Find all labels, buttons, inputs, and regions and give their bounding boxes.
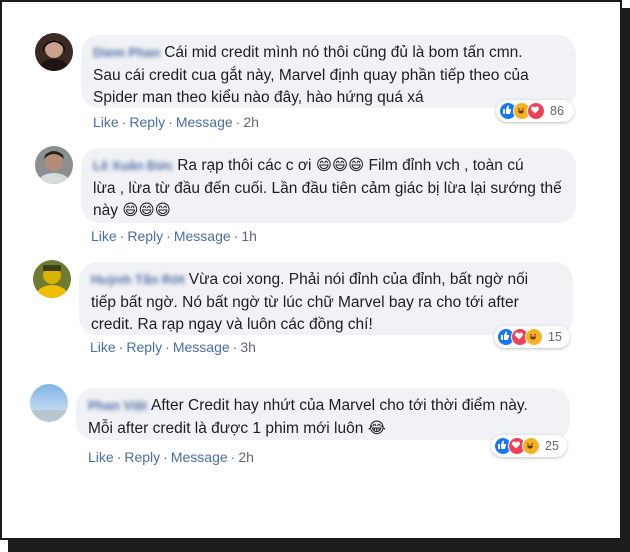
reply-link[interactable]: Reply	[127, 228, 163, 244]
comment-text-line: Ra rạp thôi các c ơi 😄😄😄 Film đỉnh vch ,…	[177, 157, 524, 174]
like-link[interactable]: Like	[88, 449, 114, 465]
like-link[interactable]: Like	[90, 339, 116, 355]
comment-text-line: lừa , lừa từ đầu đến cuối. Lần đầu tiên …	[93, 179, 562, 197]
separator: ·	[116, 449, 122, 465]
comment-actions: Like · Reply · Message · 1h	[91, 228, 257, 244]
separator: ·	[119, 228, 125, 244]
separator: ·	[230, 449, 236, 465]
frame-shadow-bottom	[8, 540, 630, 552]
frame-shadow-right	[622, 8, 630, 552]
reaction-count: 25	[545, 439, 559, 453]
separator: ·	[232, 339, 238, 355]
comment-actions: Like · Reply · Message · 2h	[93, 114, 259, 130]
timestamp[interactable]: 3h	[240, 339, 256, 355]
message-link[interactable]: Message	[176, 114, 233, 130]
avatar[interactable]	[30, 384, 68, 422]
comment-text-line: After Credit hay nhứt của Marvel cho tới…	[151, 397, 528, 414]
reactions-summary[interactable]: 25	[491, 435, 567, 457]
like-link[interactable]: Like	[91, 228, 117, 244]
comment-bubble: Phan Việt After Credit hay nhứt của Marve…	[76, 388, 570, 440]
avatar[interactable]	[35, 146, 73, 184]
comment-bubble: Diem Phan Cái mid credit mình nó thôi cũn…	[81, 35, 576, 108]
comment-text-line: Spider man theo kiểu nào đây, hào hứng q…	[93, 89, 424, 106]
reactions-summary[interactable]: 15	[494, 326, 570, 348]
comment-actions: Like · Reply · Message · 2h	[88, 449, 254, 465]
message-link[interactable]: Message	[173, 339, 230, 355]
comment-bubble: Huỳnh Tấn Rớt Vừa coi xong. Phải nói đỉnh…	[79, 262, 573, 335]
separator: ·	[233, 228, 239, 244]
separator: ·	[166, 228, 171, 244]
avatar[interactable]	[33, 260, 71, 298]
like-link[interactable]: Like	[93, 114, 119, 130]
comment-author[interactable]: Huỳnh Tấn Rớt	[91, 269, 185, 292]
comment-text-line: Vừa coi xong. Phải nói đỉnh của đỉnh, bấ…	[188, 271, 529, 288]
avatar[interactable]	[35, 33, 73, 71]
separator: ·	[121, 114, 127, 130]
reactions-summary[interactable]: 86	[496, 100, 574, 122]
comment-text-line: credit. Ra rạp ngay và luôn các đồng chí…	[91, 316, 373, 333]
reaction-count: 15	[548, 330, 562, 344]
timestamp[interactable]: 2h	[238, 449, 254, 465]
comment-text-line: Cái mid credit mình nó thôi cũng đủ là b…	[164, 44, 523, 61]
comment-bubble: Lê Xuân Đức Ra rạp thôi các c ơi 😄😄😄 Film…	[81, 148, 576, 223]
separator: ·	[235, 114, 241, 130]
comment-text-line: này 😄😄😄	[93, 202, 171, 219]
reply-link[interactable]: Reply	[129, 114, 165, 130]
separator: ·	[165, 339, 170, 355]
message-link[interactable]: Message	[171, 449, 228, 465]
timestamp[interactable]: 2h	[243, 114, 259, 130]
separator: ·	[118, 339, 124, 355]
message-link[interactable]: Message	[174, 228, 231, 244]
reply-link[interactable]: Reply	[124, 449, 160, 465]
separator: ·	[163, 449, 168, 465]
comment-actions: Like · Reply · Message · 3h	[90, 339, 256, 355]
comment-text-line: Mỗi after credit là được 1 phim mới luôn…	[88, 419, 386, 437]
reply-link[interactable]: Reply	[126, 339, 162, 355]
separator: ·	[168, 114, 173, 130]
comment-text-line: Sau cái credit cua gắt này, Marvel định …	[93, 66, 529, 84]
timestamp[interactable]: 1h	[241, 228, 257, 244]
comment-author[interactable]: Lê Xuân Đức	[93, 155, 173, 178]
comment-author[interactable]: Phan Việt	[88, 395, 147, 418]
comment-text-line: tiếp bất ngờ. Nó bất ngờ từ lúc chữ Marv…	[91, 293, 519, 311]
reaction-count: 86	[550, 104, 564, 118]
haha-icon	[522, 437, 540, 455]
haha-icon	[525, 328, 543, 346]
comment-author[interactable]: Diem Phan	[93, 42, 160, 65]
love-icon	[527, 102, 545, 120]
